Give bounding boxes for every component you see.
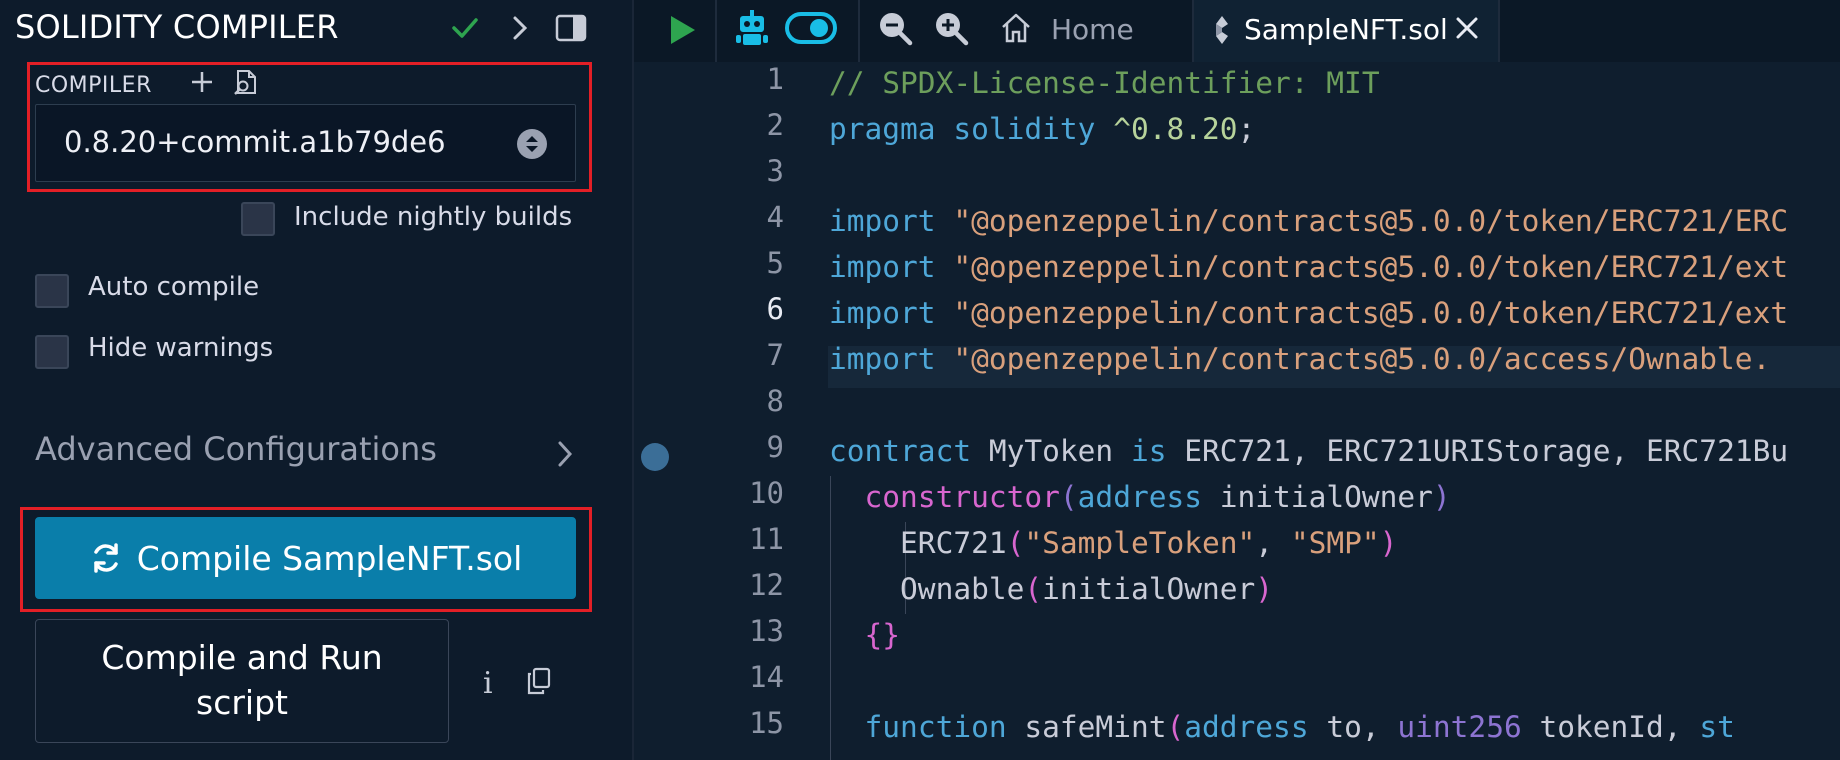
compile-button-label: Compile SampleNFT.sol bbox=[136, 538, 523, 578]
advanced-config-toggle[interactable]: Advanced Configurations bbox=[35, 430, 437, 468]
select-arrows-icon bbox=[517, 129, 547, 159]
compile-button[interactable]: Compile SampleNFT.sol bbox=[35, 517, 576, 599]
code-line-15: function safeMint(address to, uint256 to… bbox=[864, 710, 1735, 744]
info-icon[interactable]: i bbox=[483, 666, 493, 701]
line-number-active: 6 bbox=[766, 292, 784, 326]
add-icon[interactable] bbox=[188, 66, 216, 98]
tab-home[interactable]: Home bbox=[1051, 13, 1134, 46]
copy-icon[interactable] bbox=[524, 664, 554, 698]
compile-run-button[interactable]: Compile and Run script bbox=[35, 619, 449, 743]
solidity-file-icon bbox=[1210, 10, 1234, 50]
code-line-5: import "@openzeppelin/contracts@5.0.0/to… bbox=[829, 250, 1789, 284]
line-number: 8 bbox=[766, 384, 784, 418]
code-line-9: contract MyToken is ERC721, ERC721URISto… bbox=[829, 434, 1789, 468]
code-line-7: import "@openzeppelin/contracts@5.0.0/ac… bbox=[829, 342, 1771, 376]
compiler-version-select[interactable]: 0.8.20+commit.a1b79de6 bbox=[35, 104, 576, 182]
robot-icon[interactable] bbox=[732, 6, 772, 50]
load-file-icon[interactable] bbox=[230, 66, 262, 98]
close-tab-icon[interactable] bbox=[1450, 10, 1484, 46]
line-number: 2 bbox=[766, 108, 784, 142]
line-number: 3 bbox=[766, 154, 784, 188]
compiler-version-value: 0.8.20+commit.a1b79de6 bbox=[64, 125, 446, 159]
code-line-4: import "@openzeppelin/contracts@5.0.0/to… bbox=[829, 204, 1789, 238]
code-line-10: constructor(address initialOwner) bbox=[864, 480, 1451, 514]
chevron-right-icon[interactable] bbox=[550, 436, 580, 472]
hide-warnings-label: Hide warnings bbox=[88, 333, 274, 363]
home-icon[interactable] bbox=[996, 6, 1036, 50]
tab-file-label: SampleNFT.sol bbox=[1244, 13, 1448, 46]
line-number: 1 bbox=[766, 62, 784, 96]
line-number: 7 bbox=[766, 338, 784, 372]
code-line-13: {} bbox=[864, 618, 901, 652]
compile-run-label: Compile and Run script bbox=[101, 638, 383, 722]
code-line-1: // SPDX-License-Identifier: MIT bbox=[829, 66, 1380, 100]
zoom-in-icon[interactable] bbox=[930, 6, 972, 50]
line-number: 5 bbox=[766, 246, 784, 280]
compiler-panel: SOLIDITY COMPILER COMPILER 0.8.20+commit… bbox=[0, 0, 632, 760]
line-number: 4 bbox=[766, 200, 784, 234]
nightly-label: Include nightly builds bbox=[294, 202, 573, 232]
checkmark-icon bbox=[447, 10, 483, 46]
panel-toggle-icon[interactable] bbox=[553, 10, 589, 46]
breakpoint-marker[interactable] bbox=[641, 443, 669, 471]
code-line-2: pragma solidity ^0.8.20; bbox=[829, 112, 1256, 146]
auto-compile-label: Auto compile bbox=[88, 272, 260, 302]
compiler-label: COMPILER bbox=[35, 73, 152, 98]
line-number: 13 bbox=[749, 614, 784, 648]
nightly-checkbox[interactable] bbox=[241, 202, 275, 236]
code-editor[interactable]: 1 2 3 4 5 6 7 8 9 10 11 12 13 14 15 // S… bbox=[634, 62, 1840, 760]
toggle-icon[interactable] bbox=[784, 6, 838, 50]
code-line-12: Ownable(initialOwner) bbox=[900, 572, 1274, 606]
code-line-11: ERC721("SampleToken", "SMP") bbox=[900, 526, 1398, 560]
line-number: 15 bbox=[749, 706, 784, 740]
tab-samplenft[interactable]: SampleNFT.sol bbox=[1194, 0, 1498, 62]
line-number: 10 bbox=[749, 476, 784, 510]
run-icon[interactable] bbox=[664, 8, 700, 52]
auto-compile-checkbox[interactable] bbox=[35, 274, 69, 308]
refresh-icon bbox=[93, 543, 118, 573]
code-line-6: import "@openzeppelin/contracts@5.0.0/to… bbox=[829, 296, 1789, 330]
chevron-right-icon[interactable] bbox=[505, 10, 535, 46]
line-number: 11 bbox=[749, 522, 784, 556]
line-number: 14 bbox=[749, 660, 784, 694]
zoom-out-icon[interactable] bbox=[874, 6, 916, 50]
hide-warnings-checkbox[interactable] bbox=[35, 335, 69, 369]
tab-bar: Home SampleNFT.sol bbox=[634, 0, 1840, 62]
line-number: 12 bbox=[749, 568, 784, 602]
panel-title: SOLIDITY COMPILER bbox=[15, 8, 339, 46]
